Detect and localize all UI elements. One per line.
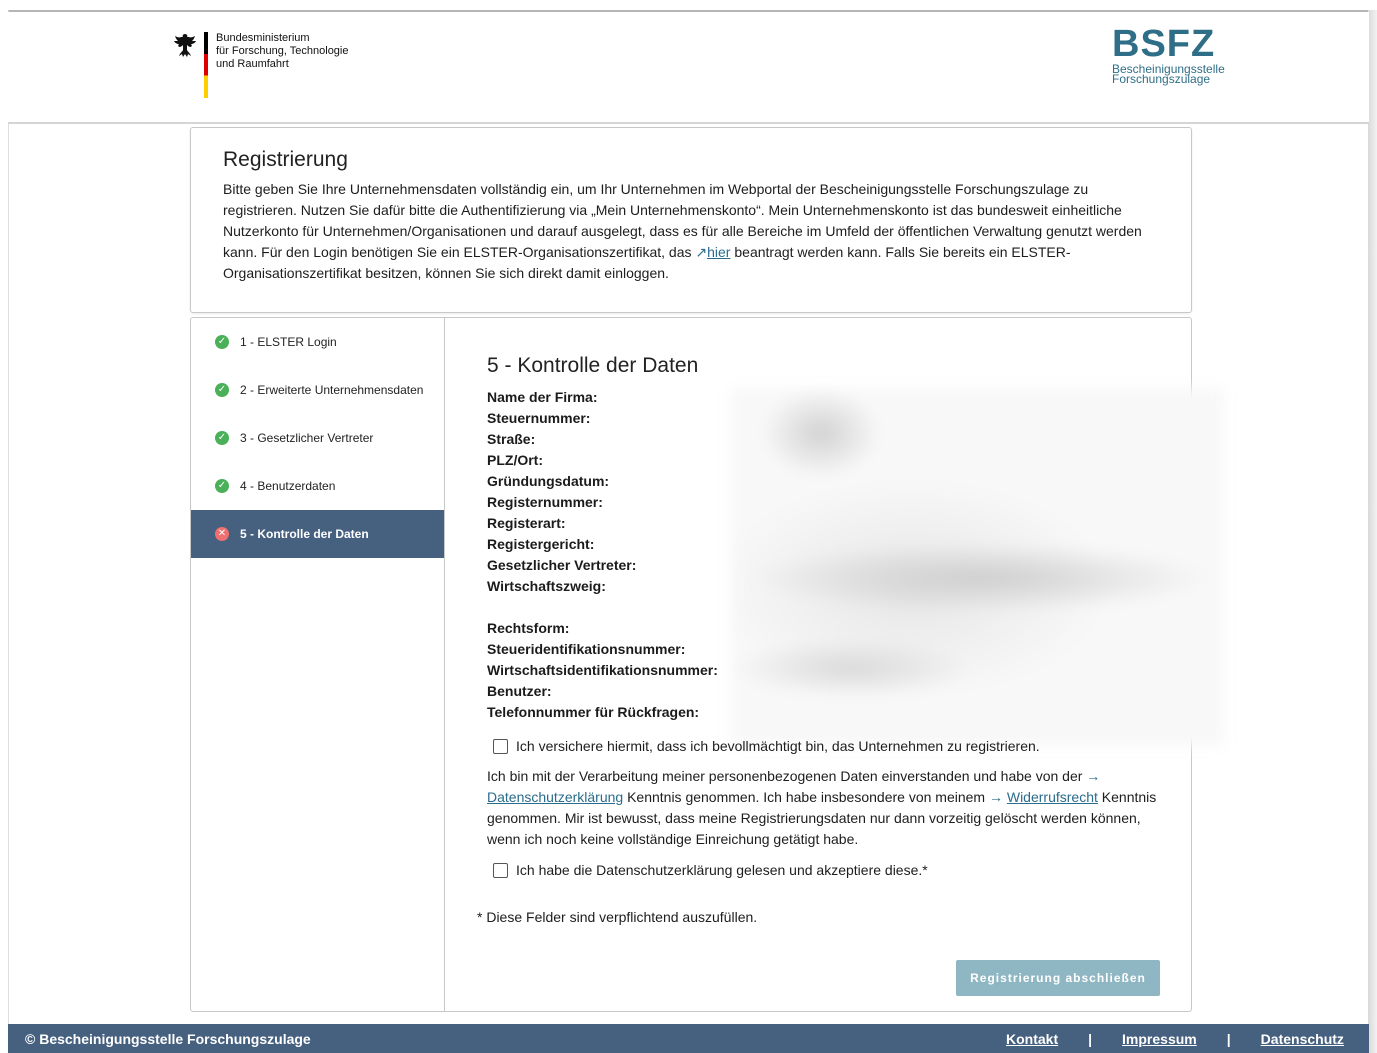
step-label: 2 - Erweiterte Unternehmensdaten (240, 383, 424, 397)
privacy-accept-checkbox-row[interactable]: Ich habe die Datenschutzerklärung gelese… (493, 862, 928, 878)
bsfz-logo-subtitle-2: Forschungszulage (1112, 72, 1211, 86)
field-label-company-name: Name der Firma: (487, 389, 598, 405)
intro-text: Bitte geben Sie Ihre Unternehmensdaten v… (223, 179, 1159, 284)
error-icon: ✕ (215, 527, 229, 541)
privacy-accept-checkbox[interactable] (493, 862, 508, 878)
footer-link-kontakt[interactable]: Kontakt (1006, 1031, 1058, 1047)
ministry-name: Bundesministerium für Forschung, Technol… (216, 32, 349, 70)
redacted-values (731, 388, 1224, 746)
field-label-industry: Wirtschaftszweig: (487, 578, 606, 594)
field-label-zip-city: PLZ/Ort: (487, 452, 543, 468)
privacy-policy-link[interactable]: Datenschutzerklärung (487, 789, 623, 805)
registration-panel: ✓ 1 - ELSTER Login ✓ 2 - Erweiterte Unte… (190, 317, 1224, 1012)
bsfz-dots-icon (1224, 22, 1294, 72)
authorization-checkbox[interactable] (493, 738, 508, 754)
footer-separator: | (1226, 1031, 1231, 1047)
privacy-accept-checkbox-label: Ich habe die Datenschutzerklärung gelese… (516, 862, 928, 878)
check-icon: ✓ (215, 479, 229, 493)
step-elster-login[interactable]: ✓ 1 - ELSTER Login (191, 318, 444, 366)
field-label-register-number: Registernummer: (487, 494, 603, 510)
field-label-user: Benutzer: (487, 683, 552, 699)
footer-copyright: © Bescheinigungsstelle Forschungszulage (25, 1031, 311, 1047)
field-label-register-type: Registerart: (487, 515, 566, 531)
complete-registration-button[interactable]: Registrierung abschließen (956, 960, 1160, 996)
review-content: 5 - Kontrolle der Daten Name der Firma: … (446, 318, 1224, 1011)
step-user-data[interactable]: ✓ 4 - Benutzerdaten (191, 462, 444, 510)
check-icon: ✓ (215, 431, 229, 445)
site-footer: © Bescheinigungsstelle Forschungszulage … (8, 1024, 1369, 1053)
field-label-tax-id: Steueridentifikationsnummer: (487, 641, 686, 657)
german-flag-bar (204, 32, 208, 98)
field-label-legal-form: Rechtsform: (487, 620, 570, 636)
field-labels: Name der Firma: Steuernummer: Straße: PL… (487, 387, 718, 723)
field-label-street: Straße: (487, 431, 536, 447)
section-title: 5 - Kontrolle der Daten (487, 354, 699, 377)
consent-text-1: Ich bin mit der Verarbeitung meiner pers… (487, 768, 1087, 784)
step-label: 3 - Gesetzlicher Vertreter (240, 431, 374, 445)
site-header: Bundesministerium für Forschung, Technol… (8, 12, 1369, 124)
step-label: 4 - Benutzerdaten (240, 479, 336, 493)
authorization-checkbox-label: Ich versichere hiermit, dass ich bevollm… (516, 738, 1040, 754)
page-title: Registrierung (223, 148, 348, 171)
bmbf-logo[interactable]: Bundesministerium für Forschung, Technol… (173, 32, 349, 98)
intro-box: Registrierung Bitte geben Sie Ihre Unter… (190, 127, 1192, 313)
external-link-icon[interactable]: ↗ (695, 244, 707, 260)
withdrawal-right-link[interactable]: Widerrufsrecht (1007, 789, 1098, 805)
footer-link-impressum[interactable]: Impressum (1122, 1031, 1197, 1047)
field-label-tax-number: Steuernummer: (487, 410, 591, 426)
step-label: 1 - ELSTER Login (240, 335, 337, 349)
arrow-right-icon[interactable]: → (989, 789, 1003, 805)
footer-links: Kontakt | Impressum | Datenschutz (1006, 1031, 1344, 1047)
field-label-legal-representative: Gesetzlicher Vertreter: (487, 557, 637, 573)
step-sidebar: ✓ 1 - ELSTER Login ✓ 2 - Erweiterte Unte… (191, 318, 445, 1011)
footer-link-datenschutz[interactable]: Datenschutz (1261, 1031, 1344, 1047)
bsfz-logo-word: BSFZ (1112, 23, 1216, 65)
field-label-register-court: Registergericht: (487, 536, 595, 552)
authorization-checkbox-row[interactable]: Ich versichere hiermit, dass ich bevollm… (493, 738, 1040, 754)
elster-certificate-link[interactable]: hier (707, 244, 730, 260)
footer-separator: | (1088, 1031, 1093, 1047)
arrow-right-icon[interactable]: → (1086, 768, 1100, 784)
field-label-founding-date: Gründungsdatum: (487, 473, 610, 489)
privacy-consent-text: Ich bin mit der Verarbeitung meiner pers… (487, 766, 1167, 850)
step-extended-company-data[interactable]: ✓ 2 - Erweiterte Unternehmensdaten (191, 366, 444, 414)
check-icon: ✓ (215, 383, 229, 397)
required-fields-note: * Diese Felder sind verpflichtend auszuf… (477, 909, 758, 925)
scroll-edge (1368, 10, 1377, 1053)
check-icon: ✓ (215, 335, 229, 349)
consent-text-2: Kenntnis genommen. Ich habe insbesondere… (623, 789, 989, 805)
federal-eagle-icon (174, 34, 196, 57)
step-data-review[interactable]: ✕ 5 - Kontrolle der Daten (191, 510, 444, 558)
bsfz-logo[interactable]: BSFZ Bescheinigungsstelle Forschungszula… (1112, 22, 1225, 86)
step-legal-representative[interactable]: ✓ 3 - Gesetzlicher Vertreter (191, 414, 444, 462)
field-label-phone: Telefonnummer für Rückfragen: (487, 704, 700, 720)
field-label-economic-id: Wirtschaftsidentifikationsnummer: (487, 662, 718, 678)
step-label: 5 - Kontrolle der Daten (240, 527, 369, 541)
